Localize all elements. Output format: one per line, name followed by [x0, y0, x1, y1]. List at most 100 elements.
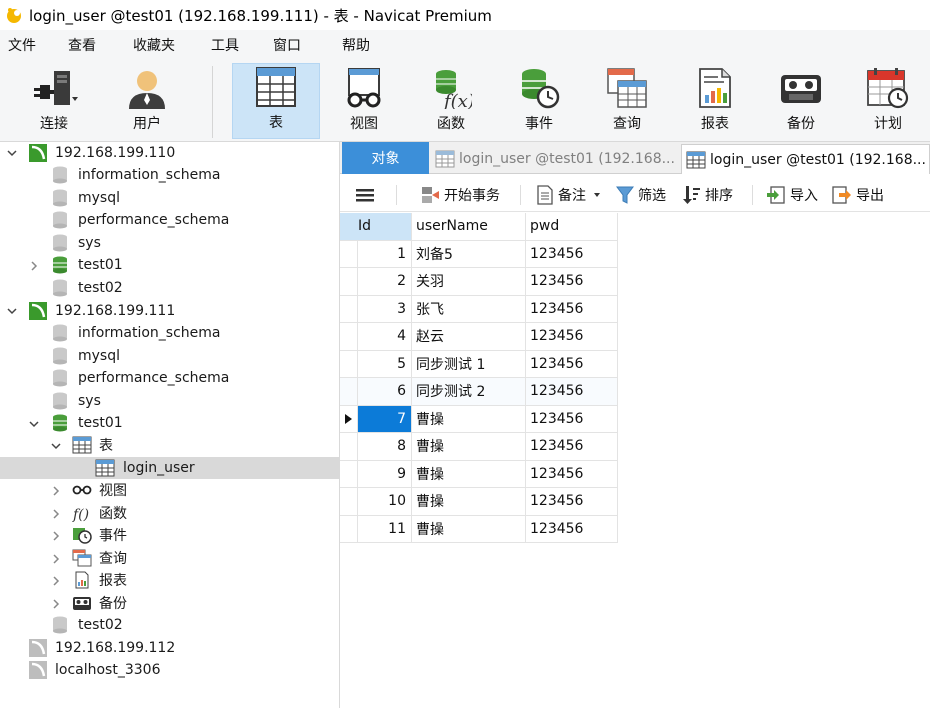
tree-db-test01[interactable]: test01 [52, 254, 123, 276]
user-button[interactable]: 用户 [112, 63, 182, 139]
query-button[interactable]: 查询 [592, 63, 662, 139]
tree-db-mysql[interactable]: mysql [52, 345, 120, 367]
cell-pwd[interactable]: 123456 [525, 295, 618, 323]
cell-username[interactable]: 同步测试 1 [411, 350, 526, 378]
table-row[interactable]: 11 曹操 123456 [340, 515, 618, 543]
table-row[interactable]: 8 曹操 123456 [340, 432, 618, 461]
report-button[interactable]: 报表 [680, 63, 750, 139]
function-button[interactable]: f(x) 函数 [416, 63, 486, 139]
chevron-right-icon[interactable] [50, 598, 62, 610]
import-button[interactable]: 导入 [766, 184, 818, 206]
table-row[interactable]: 1 刘备5 123456 [340, 240, 618, 268]
cell-username[interactable]: 同步测试 2 [411, 377, 526, 406]
filter-button[interactable]: 筛选 [616, 184, 666, 206]
tree-queries-group[interactable]: 查询 [72, 547, 127, 569]
row-indicator[interactable] [340, 350, 358, 378]
cell-id[interactable]: 11 [357, 515, 412, 543]
cell-id[interactable]: 7 [357, 405, 412, 433]
cell-username[interactable]: 关羽 [411, 267, 526, 296]
cell-id[interactable]: 10 [357, 487, 412, 516]
backup-button[interactable]: 备份 [766, 63, 836, 139]
tree-connection-localhost[interactable]: localhost_3306 [28, 659, 160, 681]
tree-connection-111[interactable]: 192.168.199.111 [28, 300, 175, 322]
cell-username[interactable]: 曹操 [411, 515, 526, 543]
memo-button[interactable]: 备注 [536, 184, 602, 206]
tree-db-test01-open[interactable]: test01 [52, 412, 123, 434]
export-button[interactable]: 导出 [832, 184, 884, 206]
tree-reports-group[interactable]: 报表 [72, 569, 127, 591]
tab-objects[interactable]: 对象 [342, 142, 429, 174]
cell-id[interactable]: 2 [357, 267, 412, 296]
tree-connection-112[interactable]: 192.168.199.112 [28, 637, 175, 659]
table-row[interactable]: 9 曹操 123456 [340, 460, 618, 488]
chevron-right-icon[interactable] [50, 553, 62, 565]
cell-username[interactable]: 曹操 [411, 460, 526, 488]
cell-pwd[interactable]: 123456 [525, 515, 618, 543]
cell-id[interactable]: 5 [357, 350, 412, 378]
tree-backups-group[interactable]: 备份 [72, 592, 127, 614]
cell-username[interactable]: 刘备5 [411, 240, 526, 268]
menu-window[interactable]: 窗口 [273, 35, 301, 55]
menu-tools[interactable]: 工具 [211, 35, 239, 55]
cell-pwd[interactable]: 123456 [525, 350, 618, 378]
cell-pwd[interactable]: 123456 [525, 377, 618, 406]
chevron-down-icon[interactable] [50, 440, 62, 452]
cell-id[interactable]: 3 [357, 295, 412, 323]
cell-pwd[interactable]: 123456 [525, 432, 618, 461]
chevron-right-icon[interactable] [50, 485, 62, 497]
table-row[interactable]: 6 同步测试 2 123456 [340, 377, 618, 406]
cell-pwd[interactable]: 123456 [525, 267, 618, 296]
cell-pwd[interactable]: 123456 [525, 487, 618, 516]
begin-transaction-button[interactable]: 开始事务 [420, 184, 500, 206]
tree-db-mysql[interactable]: mysql [52, 187, 120, 209]
cell-username[interactable]: 赵云 [411, 322, 526, 351]
row-indicator[interactable] [340, 460, 358, 488]
row-indicator[interactable] [340, 240, 358, 268]
tree-connection-110[interactable]: 192.168.199.110 [28, 142, 175, 164]
row-indicator[interactable] [340, 432, 358, 461]
cell-pwd[interactable]: 123456 [525, 460, 618, 488]
cell-username[interactable]: 曹操 [411, 432, 526, 461]
cell-pwd[interactable]: 123456 [525, 240, 618, 268]
row-indicator[interactable] [340, 405, 358, 433]
chevron-down-icon[interactable] [6, 147, 18, 159]
table-row[interactable]: 4 赵云 123456 [340, 322, 618, 351]
tree-db-sys[interactable]: sys [52, 390, 101, 412]
tab-login-user-1[interactable]: login_user @test01 (192.168... [431, 144, 679, 174]
row-indicator[interactable] [340, 515, 358, 543]
tree-functions-group[interactable]: f() 函数 [72, 502, 127, 524]
cell-id[interactable]: 6 [357, 377, 412, 406]
menu-view[interactable]: 查看 [68, 35, 96, 55]
cell-id[interactable]: 1 [357, 240, 412, 268]
tree-tables-group[interactable]: 表 [72, 434, 113, 456]
menu-favorites[interactable]: 收藏夹 [133, 35, 175, 55]
tree-db-performance-schema[interactable]: performance_schema [52, 209, 229, 231]
cell-username[interactable]: 曹操 [411, 405, 526, 433]
cell-id[interactable]: 8 [357, 432, 412, 461]
table-row[interactable]: 2 关羽 123456 [340, 267, 618, 296]
cell-id[interactable]: 9 [357, 460, 412, 488]
tree-views-group[interactable]: 视图 [72, 479, 127, 501]
menu-help[interactable]: 帮助 [342, 35, 370, 55]
cell-pwd[interactable]: 123456 [525, 322, 618, 351]
tree-db-performance-schema[interactable]: performance_schema [52, 367, 229, 389]
dropdown-arrow-icon[interactable] [592, 190, 602, 200]
table-row[interactable]: 5 同步测试 1 123456 [340, 350, 618, 378]
row-indicator[interactable] [340, 295, 358, 323]
table-row-current[interactable]: 7 曹操 123456 [340, 405, 618, 433]
tree-db-test02[interactable]: test02 [52, 614, 123, 636]
tree-db-sys[interactable]: sys [52, 232, 101, 254]
chevron-right-icon[interactable] [50, 530, 62, 542]
row-indicator[interactable] [340, 487, 358, 516]
view-button[interactable]: 视图 [328, 63, 400, 139]
chevron-right-icon[interactable] [28, 260, 40, 272]
chevron-right-icon[interactable] [50, 575, 62, 587]
connection-button[interactable]: 连接 [18, 63, 90, 139]
row-indicator[interactable] [340, 322, 358, 351]
event-button[interactable]: 事件 [504, 63, 574, 139]
schedule-button[interactable]: 计划 [852, 63, 924, 139]
tree-db-test02[interactable]: test02 [52, 277, 123, 299]
chevron-down-icon[interactable] [28, 418, 40, 430]
table-row[interactable]: 3 张飞 123456 [340, 295, 618, 323]
cell-username[interactable]: 曹操 [411, 487, 526, 516]
